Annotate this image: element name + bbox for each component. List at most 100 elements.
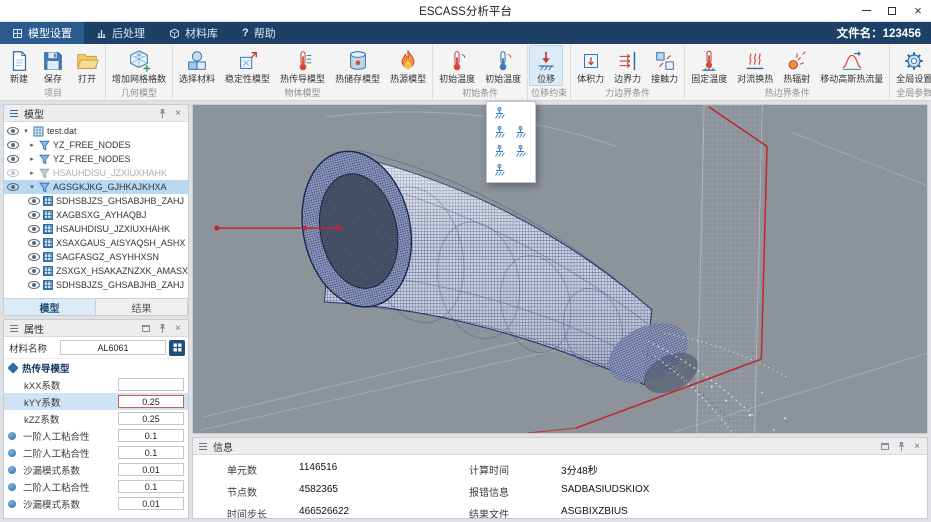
list-icon xyxy=(8,324,20,333)
displacement-option-icon[interactable] xyxy=(513,144,528,159)
save-button[interactable]: 保存 xyxy=(36,45,70,86)
heat-storage-model-button[interactable]: 热储存模型 xyxy=(330,45,385,86)
tab-model[interactable]: 模型 xyxy=(4,299,96,315)
refine-mesh-button[interactable]: 增加网格格数 xyxy=(107,45,171,86)
ribbon-group-initial-conditions: 初始温度 初始温度 初始条件 xyxy=(433,44,528,100)
displacement-option-icon[interactable] xyxy=(492,106,507,121)
viewport-3d[interactable] xyxy=(192,104,928,434)
visibility-eye-icon[interactable] xyxy=(28,211,40,219)
displacement-button[interactable]: 位移 xyxy=(529,45,563,86)
boundary-force-button[interactable]: 边界力 xyxy=(609,45,646,86)
tree-item[interactable]: ZSXGX_HSAKAZNZXK_AMASX xyxy=(4,264,188,278)
initial-temperature-button-2[interactable]: 初始温度 xyxy=(480,45,526,86)
property-value-input[interactable]: 0.1 xyxy=(118,480,184,493)
property-row-kxx[interactable]: kXX系数 xyxy=(4,376,188,393)
global-settings-button[interactable]: 全局设置 xyxy=(891,45,931,86)
property-row-kzz[interactable]: kZZ系数 0.25 xyxy=(4,410,188,427)
tree-item[interactable]: XAGBSXG_AYHAQBJ xyxy=(4,208,188,222)
parameter-bullet-icon xyxy=(8,466,16,474)
property-value-input[interactable] xyxy=(118,378,184,391)
tree-item[interactable]: HSAUHDISU_JZXIUXHAHK xyxy=(4,222,188,236)
property-value-input[interactable]: 0.25 xyxy=(118,395,184,408)
close-icon[interactable]: × xyxy=(911,441,923,452)
moving-gauss-flux-button[interactable]: 移动高斯热流量 xyxy=(815,45,888,86)
stability-model-button[interactable]: 稳定性模型 xyxy=(220,45,275,86)
tree-item[interactable]: SDHSBJZS_GHSABJHB_ZAHJ xyxy=(4,194,188,208)
close-icon[interactable]: × xyxy=(172,108,184,119)
tree-item[interactable]: YZ_FREE_NODES xyxy=(4,152,188,166)
visibility-eye-icon[interactable] xyxy=(28,197,40,205)
property-row[interactable]: 二阶人工粘合性 0.1 xyxy=(4,444,188,461)
property-row[interactable]: 二阶人工粘合性 0.1 xyxy=(4,478,188,495)
tab-model-settings[interactable]: 模型设置 xyxy=(0,22,84,44)
visibility-eye-icon[interactable] xyxy=(7,155,19,163)
tab-results[interactable]: 结果 xyxy=(96,299,188,315)
displacement-option-icon[interactable] xyxy=(492,163,507,178)
tree-item-label: SDHSBJZS_GHSABJHB_ZAHJ xyxy=(56,280,184,290)
property-value-input[interactable]: 0.01 xyxy=(118,497,184,510)
property-row[interactable]: 沙漏模式系数 0.01 xyxy=(4,461,188,478)
select-material-icon xyxy=(185,48,209,73)
initial-temperature-button[interactable]: 初始温度 xyxy=(434,45,480,86)
tree-item[interactable]: YZ_FREE_NODES xyxy=(4,138,188,152)
close-icon[interactable]: × xyxy=(172,323,184,334)
pin-icon[interactable] xyxy=(895,441,907,452)
property-row-kyy-selected[interactable]: kYY系数 0.25 xyxy=(4,393,188,410)
float-window-icon[interactable] xyxy=(140,325,152,332)
visibility-eye-icon[interactable] xyxy=(7,141,19,149)
tab-post-process[interactable]: 后处理 xyxy=(84,22,157,44)
pin-icon[interactable] xyxy=(156,323,168,334)
visibility-eye-icon[interactable] xyxy=(28,281,40,289)
model-tree-header: 模型 × xyxy=(4,105,188,122)
tree-item[interactable]: SDHSBJZS_GHSABJHB_ZAHJ xyxy=(4,278,188,292)
fixed-temperature-button[interactable]: 固定温度 xyxy=(686,45,732,86)
tree-item[interactable]: SAGFASGZ_ASYHHXSN xyxy=(4,250,188,264)
open-button[interactable]: 打开 xyxy=(70,45,104,86)
property-value-input[interactable]: 0.1 xyxy=(118,446,184,459)
close-icon[interactable]: × xyxy=(905,0,931,21)
conduction-model-section[interactable]: 热传导模型 xyxy=(4,359,188,376)
ribbon-button-label: 增加网格格数 xyxy=(112,74,166,84)
body-force-button[interactable]: 体积力 xyxy=(572,45,609,86)
new-button[interactable]: 新建 xyxy=(2,45,36,86)
conduction-model-button[interactable]: 热传导模型 xyxy=(275,45,330,86)
tab-material-library[interactable]: 材料库 xyxy=(157,22,230,44)
property-row[interactable]: 沙漏模式系数 0.01 xyxy=(4,495,188,512)
maximize-icon[interactable] xyxy=(879,0,905,21)
tree-item-label: HSAUHDISU_JZXIUXHAHK xyxy=(53,168,167,178)
visibility-eye-icon[interactable] xyxy=(7,183,19,191)
tab-help[interactable]: ? 帮助 xyxy=(230,22,288,44)
displacement-option-icon[interactable] xyxy=(492,125,507,140)
property-value-input[interactable]: 0.1 xyxy=(118,429,184,442)
displacement-option-icon[interactable] xyxy=(492,144,507,159)
tree-item-hidden[interactable]: HSAUHDISU_JZXIUXHAHK xyxy=(4,166,188,180)
property-value-input[interactable]: 0.01 xyxy=(118,463,184,476)
select-material-button[interactable]: 选择材料 xyxy=(174,45,220,86)
tree-item[interactable]: XSAXGAUS_AISYAQSH_ASHX xyxy=(4,236,188,250)
heat-source-model-button[interactable]: 热源模型 xyxy=(385,45,431,86)
property-row[interactable]: 一阶人工粘合性 0.1 xyxy=(4,427,188,444)
contact-force-button[interactable]: 接触力 xyxy=(646,45,683,86)
ribbon-button-label: 体积力 xyxy=(577,74,604,84)
minimize-icon[interactable] xyxy=(853,0,879,21)
tree-item-selected[interactable]: AGSGKJKG_GJHKAJKHXA xyxy=(4,180,188,194)
visibility-eye-icon[interactable] xyxy=(7,169,19,177)
visibility-eye-icon[interactable] xyxy=(28,253,40,261)
material-picker-button[interactable] xyxy=(169,340,185,356)
displacement-option-icon[interactable] xyxy=(513,125,528,140)
tree-item-label: YZ_FREE_NODES xyxy=(53,154,131,164)
material-name-input[interactable]: AL6061 xyxy=(60,340,166,355)
visibility-eye-icon[interactable] xyxy=(7,127,19,135)
visibility-eye-icon[interactable] xyxy=(28,267,40,275)
visibility-eye-icon[interactable] xyxy=(28,225,40,233)
ribbon-group-label: 力边界条件 xyxy=(572,86,683,101)
pin-icon[interactable] xyxy=(156,108,168,119)
float-window-icon[interactable] xyxy=(879,443,891,450)
tree-item-root[interactable]: test.dat xyxy=(4,124,188,138)
property-label: 二阶人工粘合性 xyxy=(19,480,115,494)
body-force-icon xyxy=(579,48,603,73)
visibility-eye-icon[interactable] xyxy=(28,239,40,247)
radiation-button[interactable]: 热辐射 xyxy=(778,45,815,86)
property-value-input[interactable]: 0.25 xyxy=(118,412,184,425)
convection-button[interactable]: 对流换热 xyxy=(732,45,778,86)
